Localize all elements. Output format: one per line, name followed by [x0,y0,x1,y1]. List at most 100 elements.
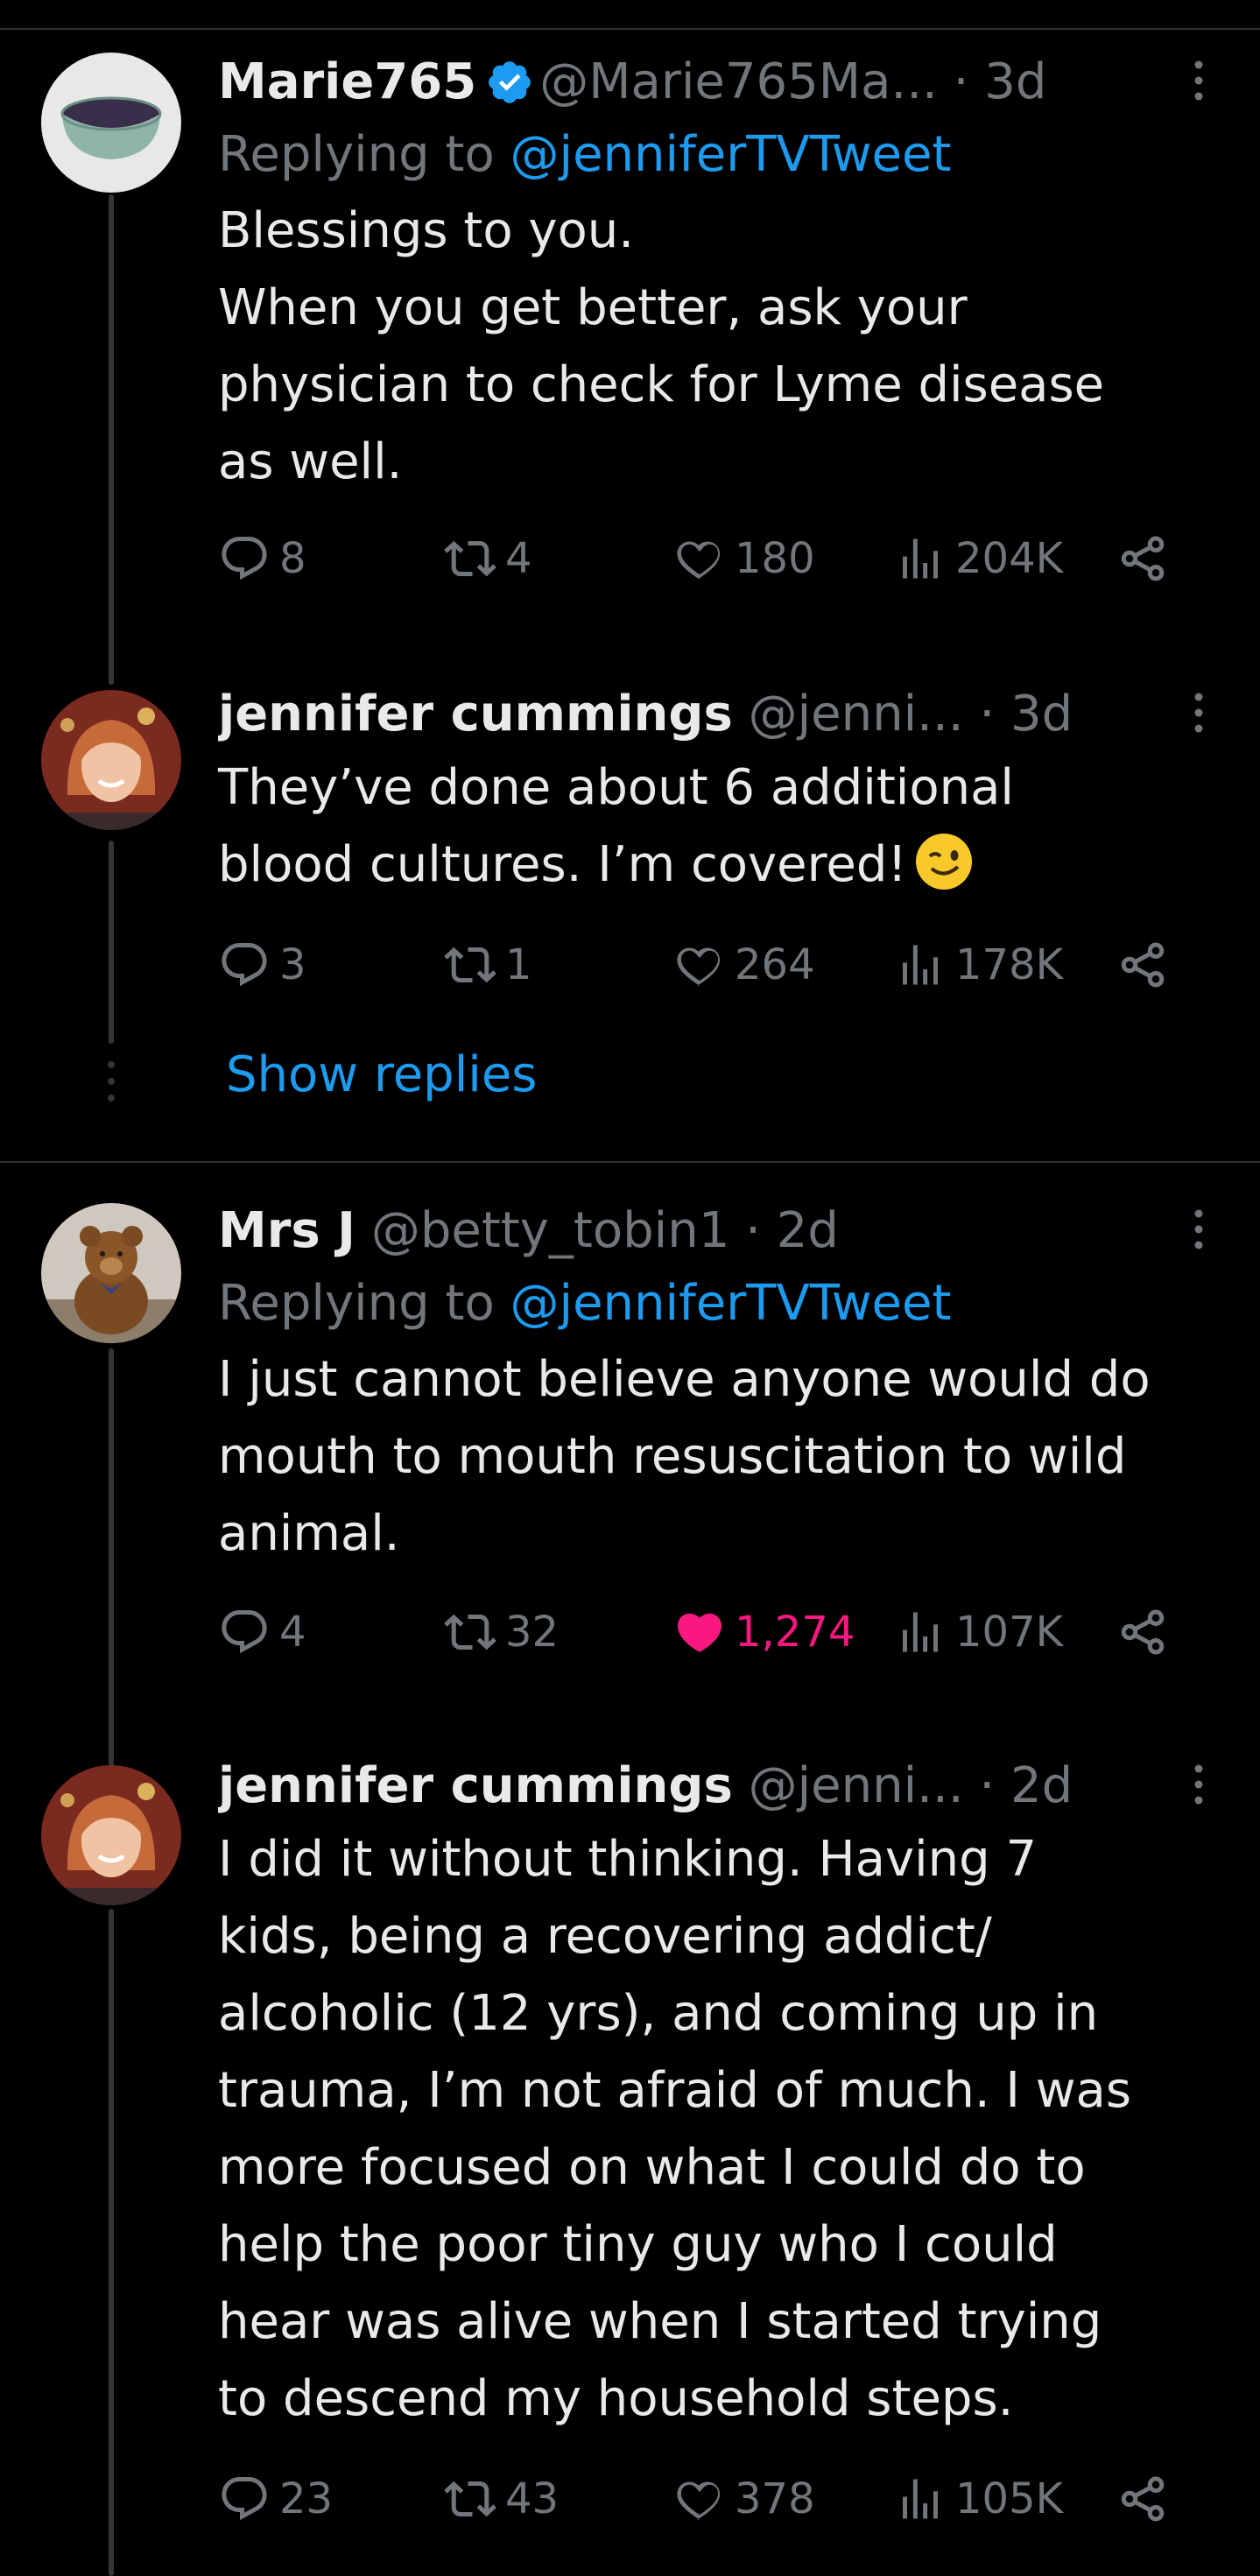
repost-icon [444,947,496,983]
tweet-header: Mrs J @betty_tobin1 · 2d [218,1196,1225,1266]
reply-icon [222,537,267,581]
reply-count: 3 [279,940,306,989]
reply-icon [222,2477,267,2521]
timestamp[interactable]: · 3d [954,53,1047,110]
thread-dots-icon [108,1061,115,1101]
repost-button[interactable]: 32 [444,1597,559,1667]
repost-button[interactable]: 1 [444,930,532,1000]
heart-icon [677,947,721,986]
timestamp[interactable]: · 2d [979,1757,1073,1814]
heart-icon [677,2481,721,2520]
display-name[interactable]: Marie765 [218,53,476,110]
repost-count: 1 [505,940,532,989]
verified-badge-icon [489,61,531,103]
share-icon [1121,2476,1165,2522]
reply-button[interactable]: 23 [218,2464,333,2534]
reply-button[interactable]: 4 [218,1597,306,1667]
views-button[interactable]: 107K [894,1597,1063,1667]
replying-to: Replying to @jenniferTVTweet [218,117,1225,193]
thread-line [109,1348,114,1770]
reply-count: 23 [279,2474,334,2523]
user-handle[interactable]: @jenni... [749,1757,964,1814]
like-button[interactable]: 1,274 [673,1597,855,1667]
repost-count: 32 [505,1608,560,1657]
reply-button[interactable]: 8 [218,524,306,594]
view-count: 105K [955,2474,1064,2523]
view-count: 204K [955,534,1064,583]
reply-icon [222,943,267,987]
like-button[interactable]: 378 [673,2464,815,2534]
tweet-header: Marie765 @Marie765Ma... · 3d [218,47,1225,117]
repost-icon [444,2481,496,2517]
reply-count: 4 [279,1608,306,1657]
tweet-text: I just cannot believe anyone would do mo… [218,1351,1151,1562]
display-name[interactable]: jennifer cummings [218,1757,733,1814]
reply-button[interactable]: 3 [218,930,306,1000]
like-count: 1,274 [735,1608,855,1657]
tweet-header: jennifer cummings @jenni... · 2d [218,1751,1225,1821]
views-button[interactable]: 105K [894,2464,1063,2534]
avatar[interactable] [41,1203,181,1343]
tweet-text-content: They’ve done about 6 additional blood cu… [218,759,1014,893]
repost-icon [444,540,496,577]
heart-icon [677,541,721,580]
show-replies-link[interactable]: Show replies [226,1040,537,1110]
timestamp[interactable]: · 2d [745,1202,839,1259]
views-button[interactable]: 204K [894,524,1063,594]
tweet-actions: 3 1 264 178K [218,930,1225,1000]
reply-icon [222,1610,267,1654]
replying-to-handle[interactable]: @jenniferTVTweet [510,1275,952,1332]
timestamp[interactable]: · 3d [979,686,1073,743]
display-name[interactable]: jennifer cummings [218,686,733,743]
heart-filled-icon [677,1613,722,1652]
views-icon [903,1612,938,1652]
like-count: 378 [735,2474,815,2523]
top-divider [0,28,1260,30]
user-handle[interactable]: @jenni... [749,686,964,743]
share-icon [1121,942,1165,988]
reply-count: 8 [279,534,306,583]
display-name[interactable]: Mrs J [218,1202,355,1259]
replying-to-handle[interactable]: @jenniferTVTweet [510,126,952,183]
more-options-icon[interactable] [1172,54,1225,107]
user-handle[interactable]: @betty_tobin1 [371,1202,730,1259]
share-button[interactable] [1116,1597,1169,1667]
replying-to: Replying to @jenniferTVTweet [218,1266,1225,1341]
like-button[interactable]: 264 [673,930,815,1000]
thread-line [109,1909,114,2576]
more-options-icon[interactable] [1172,686,1225,739]
tweet-text: I did it without thinking. Having 7 kids… [218,1831,1132,2427]
thread-line [109,194,114,685]
repost-button[interactable]: 43 [444,2464,559,2534]
tweet-header: jennifer cummings @jenni... · 3d [218,679,1225,750]
like-button[interactable]: 180 [673,524,815,594]
tweet-actions: 8 4 180 204K [218,524,1225,594]
replying-to-label: Replying to [218,1275,495,1332]
views-icon [903,2479,938,2519]
repost-button[interactable]: 4 [444,524,532,594]
user-handle[interactable]: @Marie765Ma... [539,53,938,110]
like-count: 264 [735,940,815,989]
view-count: 107K [955,1608,1064,1657]
tweet-text: Blessings to you. When you get better, a… [218,202,1105,490]
views-icon [903,945,938,985]
tweet-text: They’ve done about 6 additional blood cu… [218,750,1225,904]
repost-count: 4 [505,534,532,583]
thread-line [109,841,114,1044]
tweet-actions: 23 43 378 105K [218,2464,1225,2534]
share-button[interactable] [1116,930,1169,1000]
winking-face-emoji-icon [915,834,972,890]
avatar[interactable] [41,53,181,193]
more-options-icon[interactable] [1172,1203,1225,1256]
avatar[interactable] [41,1765,181,1905]
avatar[interactable] [41,690,181,830]
views-button[interactable]: 178K [894,930,1063,1000]
like-count: 180 [735,534,815,583]
share-button[interactable] [1116,2464,1169,2534]
repost-icon [444,1614,496,1650]
share-icon [1121,536,1165,581]
views-icon [903,538,938,579]
view-count: 178K [955,940,1064,989]
more-options-icon[interactable] [1172,1758,1225,1811]
share-button[interactable] [1116,524,1169,594]
